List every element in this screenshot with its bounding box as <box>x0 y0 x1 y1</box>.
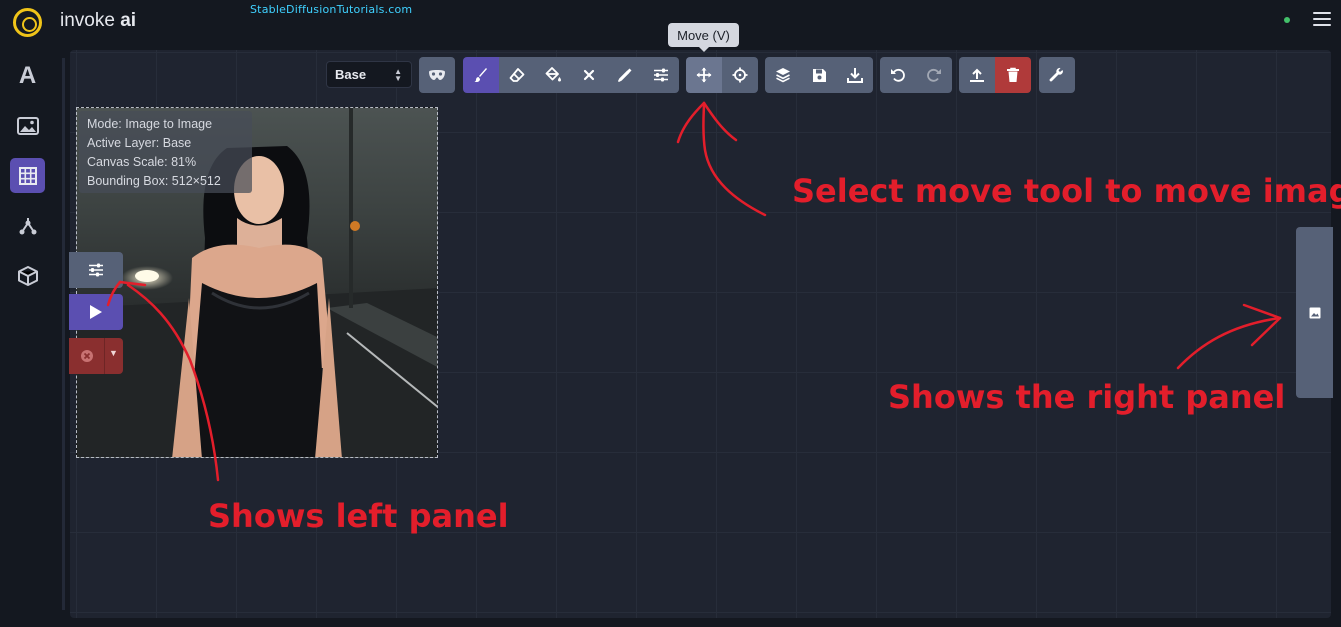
annotation-move-tool: Select move tool to move image <box>792 172 1341 210</box>
right-panel-arrow <box>1176 316 1282 370</box>
annotation-arrows <box>106 101 1282 482</box>
move-tool-arrow <box>702 101 767 217</box>
left-panel-arrow <box>126 283 220 482</box>
annotation-right-panel: Shows the right panel <box>888 378 1286 416</box>
annotation-left-panel: Shows left panel <box>208 497 509 535</box>
